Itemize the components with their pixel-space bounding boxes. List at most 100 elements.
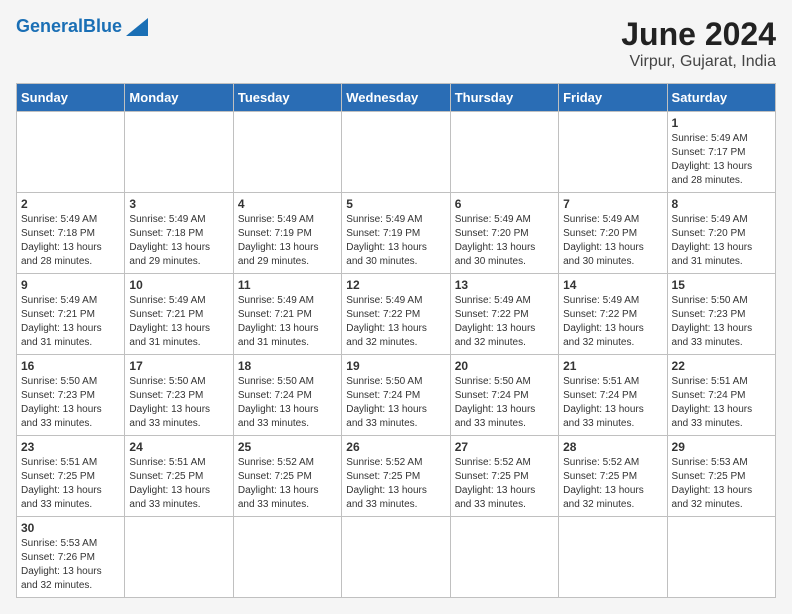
calendar-cell: 7Sunrise: 5:49 AM Sunset: 7:20 PM Daylig…	[559, 193, 667, 274]
calendar-cell: 19Sunrise: 5:50 AM Sunset: 7:24 PM Dayli…	[342, 355, 450, 436]
day-number: 26	[346, 440, 445, 454]
calendar-cell: 6 Sunrise: 5:49 AM Sunset: 7:20 PM Daylig…	[450, 193, 558, 274]
calendar-cell: 9 Sunrise: 5:49 AM Sunset: 7:21 PM Daylig…	[17, 274, 125, 355]
day-info: Sunrise: 5:49 AM Sunset: 7:20 PM Dayligh…	[455, 213, 554, 269]
calendar-cell: 14 Sunrise: 5:49 AM Sunset: 7:22 PM Dayli…	[559, 274, 667, 355]
calendar-table: SundayMondayTuesdayWednesdayThursdayFrid…	[16, 83, 776, 598]
location: Virpur, Gujarat, India	[621, 53, 776, 71]
day-info: Sunrise: 5:49 AM Sunset: 7:19 PM Dayligh…	[346, 213, 445, 269]
calendar-cell	[559, 517, 667, 598]
day-number: 12	[346, 278, 445, 292]
calendar-cell: 25Sunrise: 5:52 AM Sunset: 7:25 PM Dayli…	[233, 436, 341, 517]
weekday-header-saturday: Saturday	[667, 84, 775, 112]
weekday-header-wednesday: Wednesday	[342, 84, 450, 112]
day-number: 1	[672, 116, 771, 130]
day-info: Sunrise: 5:49 AM Sunset: 7:21 PM Dayligh…	[21, 294, 120, 350]
page-header: GeneralBlue June 2024 Virpur, Gujarat, I…	[16, 16, 776, 71]
day-number: 28	[563, 440, 662, 454]
day-number: 13	[455, 278, 554, 292]
day-number: 21	[563, 359, 662, 373]
day-info: Sunrise: 5:51 AM Sunset: 7:24 PM Dayligh…	[563, 375, 662, 431]
day-number: 8	[672, 197, 771, 211]
day-info: Sunrise: 5:49 AM Sunset: 7:22 PM Dayligh…	[563, 294, 662, 350]
day-info: Sunrise: 5:49 AM Sunset: 7:18 PM Dayligh…	[21, 213, 120, 269]
calendar-cell: 22Sunrise: 5:51 AM Sunset: 7:24 PM Dayli…	[667, 355, 775, 436]
calendar-week-5: 23Sunrise: 5:51 AM Sunset: 7:25 PM Dayli…	[17, 436, 776, 517]
day-info: Sunrise: 5:52 AM Sunset: 7:25 PM Dayligh…	[346, 456, 445, 512]
day-number: 17	[129, 359, 228, 373]
day-info: Sunrise: 5:52 AM Sunset: 7:25 PM Dayligh…	[455, 456, 554, 512]
day-number: 10	[129, 278, 228, 292]
day-info: Sunrise: 5:49 AM Sunset: 7:18 PM Dayligh…	[129, 213, 228, 269]
month-year: June 2024	[621, 16, 776, 53]
logo: GeneralBlue	[16, 16, 148, 37]
logo-text: GeneralBlue	[16, 16, 122, 37]
day-info: Sunrise: 5:50 AM Sunset: 7:23 PM Dayligh…	[21, 375, 120, 431]
logo-icon	[126, 18, 148, 36]
day-info: Sunrise: 5:52 AM Sunset: 7:25 PM Dayligh…	[563, 456, 662, 512]
calendar-cell	[450, 517, 558, 598]
day-number: 19	[346, 359, 445, 373]
day-number: 18	[238, 359, 337, 373]
calendar-cell: 4Sunrise: 5:49 AM Sunset: 7:19 PM Daylig…	[233, 193, 341, 274]
day-number: 22	[672, 359, 771, 373]
day-number: 7	[563, 197, 662, 211]
day-number: 27	[455, 440, 554, 454]
weekday-header-friday: Friday	[559, 84, 667, 112]
calendar-cell: 27 Sunrise: 5:52 AM Sunset: 7:25 PM Dayli…	[450, 436, 558, 517]
calendar-cell	[667, 517, 775, 598]
calendar-cell	[233, 517, 341, 598]
calendar-cell: 12 Sunrise: 5:49 AM Sunset: 7:22 PM Dayli…	[342, 274, 450, 355]
logo-general: General	[16, 16, 83, 36]
calendar-cell: 23Sunrise: 5:51 AM Sunset: 7:25 PM Dayli…	[17, 436, 125, 517]
day-number: 23	[21, 440, 120, 454]
calendar-cell: 2 Sunrise: 5:49 AM Sunset: 7:18 PM Daylig…	[17, 193, 125, 274]
calendar-cell: 13 Sunrise: 5:49 AM Sunset: 7:22 PM Dayli…	[450, 274, 558, 355]
day-number: 2	[21, 197, 120, 211]
calendar-cell: 26 Sunrise: 5:52 AM Sunset: 7:25 PM Dayli…	[342, 436, 450, 517]
day-info: Sunrise: 5:53 AM Sunset: 7:25 PM Dayligh…	[672, 456, 771, 512]
calendar-week-3: 9 Sunrise: 5:49 AM Sunset: 7:21 PM Daylig…	[17, 274, 776, 355]
day-info: Sunrise: 5:49 AM Sunset: 7:22 PM Dayligh…	[346, 294, 445, 350]
calendar-cell: 17 Sunrise: 5:50 AM Sunset: 7:23 PM Dayli…	[125, 355, 233, 436]
calendar-cell	[17, 112, 125, 193]
day-info: Sunrise: 5:50 AM Sunset: 7:23 PM Dayligh…	[672, 294, 771, 350]
calendar-cell: 11 Sunrise: 5:49 AM Sunset: 7:21 PM Dayli…	[233, 274, 341, 355]
calendar-cell	[450, 112, 558, 193]
weekday-header-tuesday: Tuesday	[233, 84, 341, 112]
calendar-cell: 20Sunrise: 5:50 AM Sunset: 7:24 PM Dayli…	[450, 355, 558, 436]
day-info: Sunrise: 5:50 AM Sunset: 7:23 PM Dayligh…	[129, 375, 228, 431]
calendar-cell: 18 Sunrise: 5:50 AM Sunset: 7:24 PM Dayli…	[233, 355, 341, 436]
calendar-cell: 15Sunrise: 5:50 AM Sunset: 7:23 PM Dayli…	[667, 274, 775, 355]
calendar-cell	[125, 112, 233, 193]
day-number: 25	[238, 440, 337, 454]
calendar-cell	[342, 112, 450, 193]
calendar-cell: 29 Sunrise: 5:53 AM Sunset: 7:25 PM Dayli…	[667, 436, 775, 517]
day-number: 11	[238, 278, 337, 292]
day-info: Sunrise: 5:50 AM Sunset: 7:24 PM Dayligh…	[455, 375, 554, 431]
day-info: Sunrise: 5:49 AM Sunset: 7:21 PM Dayligh…	[129, 294, 228, 350]
weekday-header-monday: Monday	[125, 84, 233, 112]
day-number: 6	[455, 197, 554, 211]
day-number: 29	[672, 440, 771, 454]
calendar-cell: 24Sunrise: 5:51 AM Sunset: 7:25 PM Dayli…	[125, 436, 233, 517]
calendar-cell	[342, 517, 450, 598]
day-number: 9	[21, 278, 120, 292]
day-number: 24	[129, 440, 228, 454]
day-info: Sunrise: 5:49 AM Sunset: 7:17 PM Dayligh…	[672, 132, 771, 188]
day-info: Sunrise: 5:50 AM Sunset: 7:24 PM Dayligh…	[238, 375, 337, 431]
calendar-header-row: SundayMondayTuesdayWednesdayThursdayFrid…	[17, 84, 776, 112]
day-info: Sunrise: 5:49 AM Sunset: 7:22 PM Dayligh…	[455, 294, 554, 350]
calendar-cell: 16Sunrise: 5:50 AM Sunset: 7:23 PM Dayli…	[17, 355, 125, 436]
day-info: Sunrise: 5:49 AM Sunset: 7:21 PM Dayligh…	[238, 294, 337, 350]
calendar-week-1: 1 Sunrise: 5:49 AM Sunset: 7:17 PM Daylig…	[17, 112, 776, 193]
calendar-cell	[125, 517, 233, 598]
day-number: 5	[346, 197, 445, 211]
weekday-header-thursday: Thursday	[450, 84, 558, 112]
logo-blue: Blue	[83, 16, 122, 36]
weekday-header-sunday: Sunday	[17, 84, 125, 112]
day-number: 4	[238, 197, 337, 211]
calendar-cell: 10 Sunrise: 5:49 AM Sunset: 7:21 PM Dayli…	[125, 274, 233, 355]
day-number: 14	[563, 278, 662, 292]
calendar-week-6: 30Sunrise: 5:53 AM Sunset: 7:26 PM Dayli…	[17, 517, 776, 598]
